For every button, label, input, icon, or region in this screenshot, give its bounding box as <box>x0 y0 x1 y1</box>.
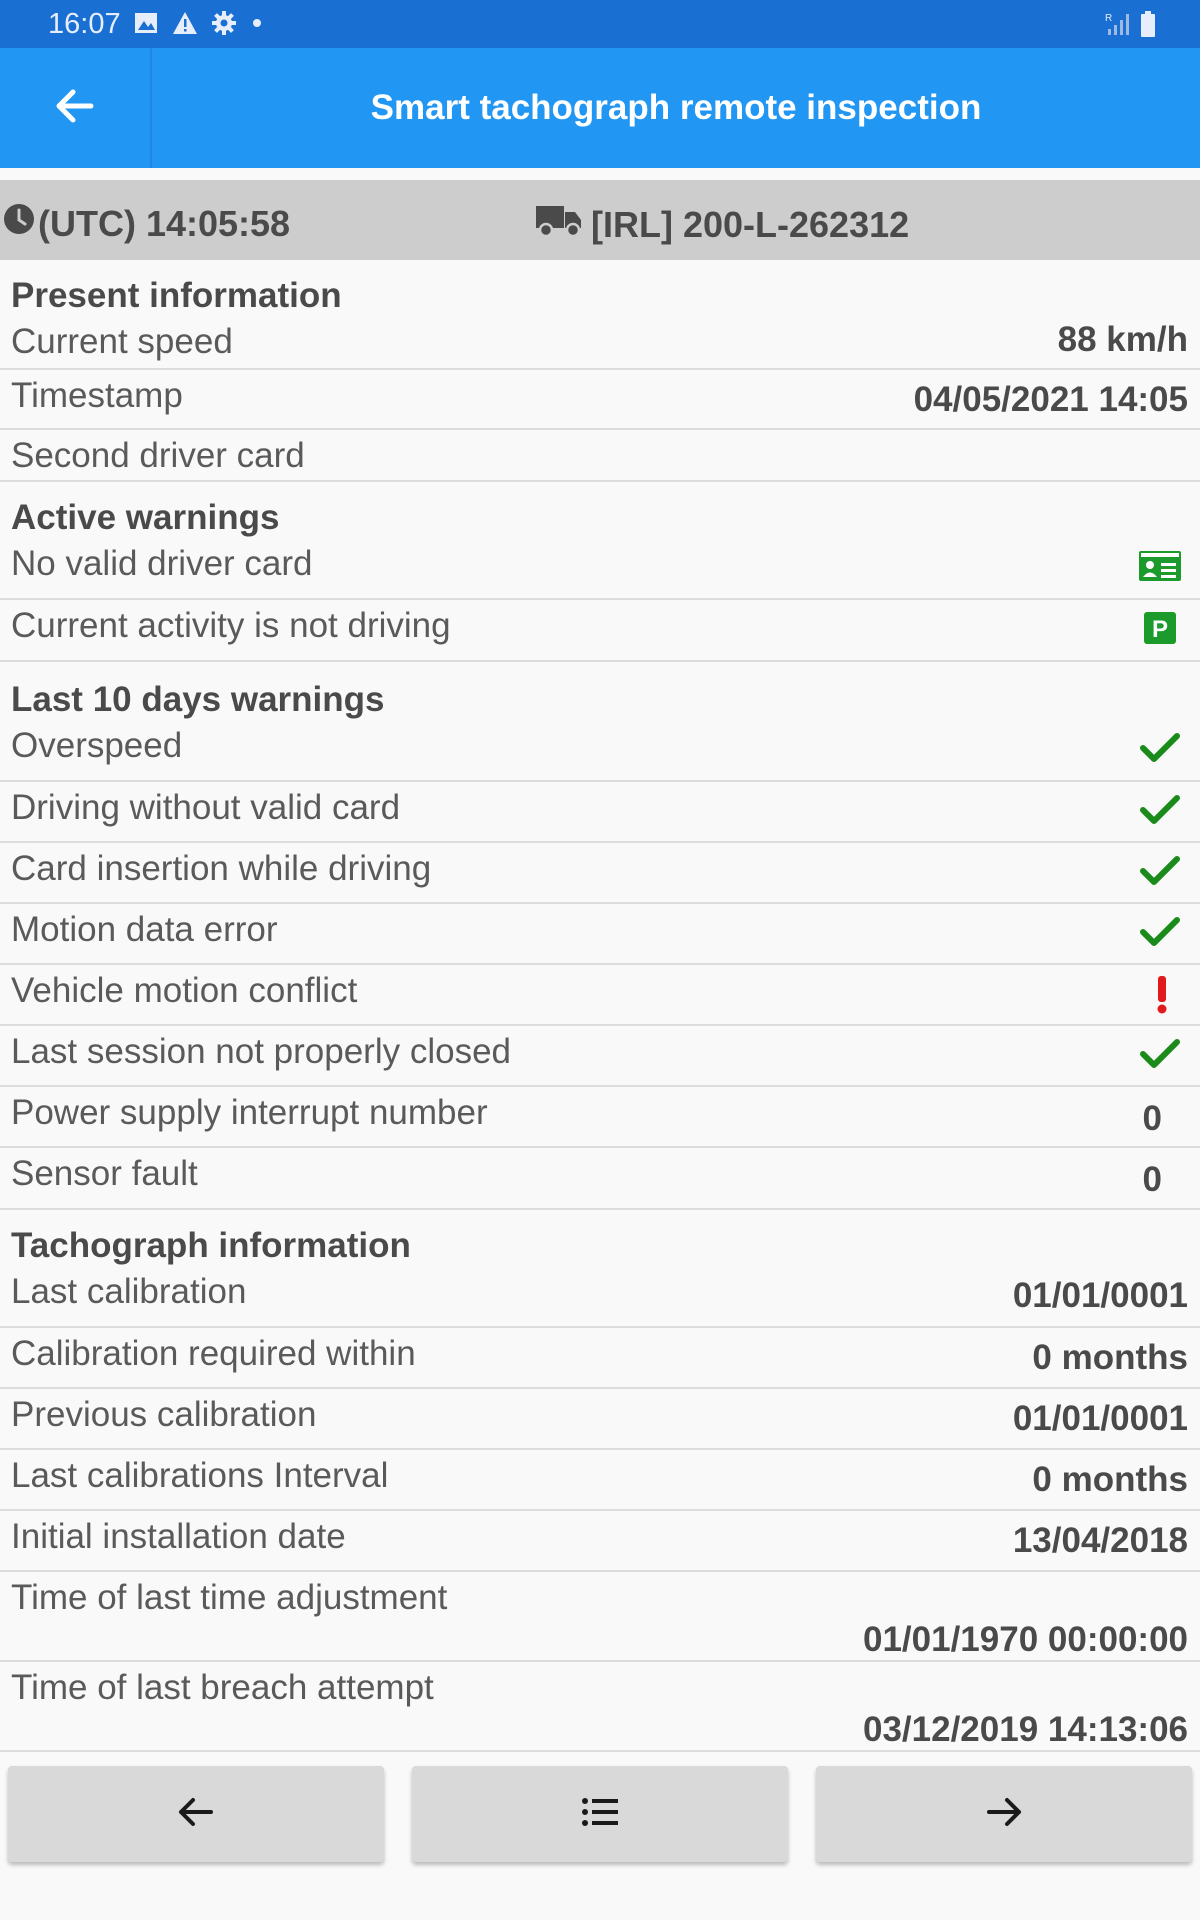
installation-date-value: 13/04/2018 <box>1012 1521 1188 1560</box>
row-last-time-adjustment: Time of last time adjustment 01/01/1970 … <box>0 1572 1200 1662</box>
clock-icon <box>2 202 36 245</box>
last-time-adjustment-label: Time of last time adjustment <box>11 1578 448 1617</box>
current-speed-value: 88 km/h <box>1057 320 1188 359</box>
warning-icon <box>172 11 198 40</box>
vehicle-registration: [IRL] 200-L-262312 <box>591 203 910 245</box>
parking-icon: P <box>1144 612 1176 649</box>
row-last-breach-attempt: Time of last breach attempt 03/12/2019 1… <box>0 1662 1200 1752</box>
calibrations-interval-value: 0 months <box>1032 1460 1188 1499</box>
page-title: Smart tachograph remote inspection <box>370 88 982 127</box>
calibrations-interval-label: Last calibrations Interval <box>11 1456 389 1495</box>
status-right-icons: R <box>1104 11 1156 42</box>
check-icon <box>1140 916 1180 953</box>
last-session-label: Last session not properly closed <box>11 1032 511 1071</box>
utc-clock: (UTC) 14:05:58 <box>2 202 290 245</box>
section-present-information: Present information <box>11 276 342 315</box>
previous-calibration-label: Previous calibration <box>11 1395 317 1434</box>
row-power-supply: Power supply interrupt number 0 <box>0 1087 1200 1148</box>
sensor-fault-label: Sensor fault <box>11 1154 198 1193</box>
exclamation-icon <box>1154 975 1170 1020</box>
signal-roaming-icon: R <box>1104 11 1130 42</box>
card-insertion-label: Card insertion while driving <box>11 849 432 888</box>
row-motion-data-error: Motion data error <box>0 904 1200 965</box>
list-button[interactable] <box>412 1766 788 1862</box>
row-current-speed: Current speed 88 km/h <box>0 316 1200 370</box>
power-supply-value: 0 <box>1142 1099 1162 1138</box>
timestamp-label: Timestamp <box>11 376 183 415</box>
calibration-required-value: 0 months <box>1032 1338 1188 1377</box>
row-overspeed: Overspeed <box>0 720 1200 782</box>
settings-icon <box>212 11 236 40</box>
check-icon <box>1140 794 1180 831</box>
image-icon <box>134 12 158 39</box>
vehicle-id: [IRL] 200-L-262312 <box>535 202 909 247</box>
driver-card-icon <box>1138 550 1182 587</box>
section-active-warnings: Active warnings <box>11 498 280 537</box>
next-button[interactable] <box>816 1766 1192 1862</box>
no-valid-driver-card-label: No valid driver card <box>11 544 313 583</box>
row-second-driver-card: Second driver card <box>0 430 1200 482</box>
check-icon <box>1140 855 1180 892</box>
row-last-calibration: Last calibration 01/01/0001 <box>0 1266 1200 1328</box>
status-left-icons <box>134 11 264 40</box>
calibration-required-label: Calibration required within <box>11 1334 416 1373</box>
utc-time: (UTC) 14:05:58 <box>38 202 291 244</box>
svg-text:P: P <box>1152 616 1168 643</box>
row-calibrations-interval: Last calibrations Interval 0 months <box>0 1450 1200 1511</box>
motion-data-error-label: Motion data error <box>11 910 278 949</box>
vehicle-motion-conflict-label: Vehicle motion conflict <box>11 971 358 1010</box>
arrow-left-icon <box>178 1797 214 1832</box>
timestamp-value: 04/05/2021 14:05 <box>913 380 1188 419</box>
last-time-adjustment-value: 01/01/1970 00:00:00 <box>863 1620 1188 1659</box>
row-driving-without-card: Driving without valid card <box>0 782 1200 843</box>
previous-calibration-value: 01/01/0001 <box>1012 1399 1188 1438</box>
last-breach-attempt-value: 03/12/2019 14:13:06 <box>863 1710 1188 1749</box>
second-driver-card-label: Second driver card <box>11 436 305 475</box>
row-timestamp: Timestamp 04/05/2021 14:05 <box>0 370 1200 430</box>
last-calibration-label: Last calibration <box>11 1272 247 1311</box>
bottom-navigation <box>0 1752 1200 1920</box>
section-last-10-days: Last 10 days warnings <box>11 680 385 719</box>
row-last-session: Last session not properly closed <box>0 1026 1200 1087</box>
section-tachograph-information: Tachograph information <box>11 1226 411 1265</box>
last-breach-attempt-label: Time of last breach attempt <box>11 1668 434 1707</box>
arrow-right-icon <box>986 1797 1022 1832</box>
svg-text:R: R <box>1105 13 1112 24</box>
row-vehicle-motion-conflict: Vehicle motion conflict <box>0 965 1200 1026</box>
installation-date-label: Initial installation date <box>11 1517 346 1556</box>
last-calibration-value: 01/01/0001 <box>1012 1276 1188 1315</box>
check-icon <box>1140 732 1180 769</box>
status-time: 16:07 <box>48 8 121 40</box>
not-driving-label: Current activity is not driving <box>11 606 451 645</box>
overspeed-label: Overspeed <box>11 726 183 765</box>
row-no-valid-driver-card: No valid driver card <box>0 538 1200 600</box>
previous-button[interactable] <box>8 1766 384 1862</box>
driving-without-card-label: Driving without valid card <box>11 788 401 827</box>
battery-icon <box>1140 11 1156 42</box>
arrow-left-icon <box>55 89 95 128</box>
app-bar: Smart tachograph remote inspection <box>0 48 1200 168</box>
power-supply-label: Power supply interrupt number <box>11 1093 488 1132</box>
check-icon <box>1140 1038 1180 1075</box>
sensor-fault-value: 0 <box>1142 1160 1162 1199</box>
row-card-insertion: Card insertion while driving <box>0 843 1200 904</box>
info-bar: (UTC) 14:05:58 [IRL] 200-L-262312 <box>0 180 1200 260</box>
row-installation-date: Initial installation date 13/04/2018 <box>0 1511 1200 1572</box>
truck-icon <box>535 202 583 247</box>
row-previous-calibration: Previous calibration 01/01/0001 <box>0 1389 1200 1450</box>
row-sensor-fault: Sensor fault 0 <box>0 1148 1200 1210</box>
dot-icon <box>250 11 264 40</box>
row-not-driving: Current activity is not driving P <box>0 600 1200 662</box>
back-button[interactable] <box>0 48 150 168</box>
row-calibration-required: Calibration required within 0 months <box>0 1328 1200 1389</box>
current-speed-label: Current speed <box>11 322 233 361</box>
list-icon <box>581 1797 619 1832</box>
status-bar: 16:07 R <box>0 0 1200 48</box>
